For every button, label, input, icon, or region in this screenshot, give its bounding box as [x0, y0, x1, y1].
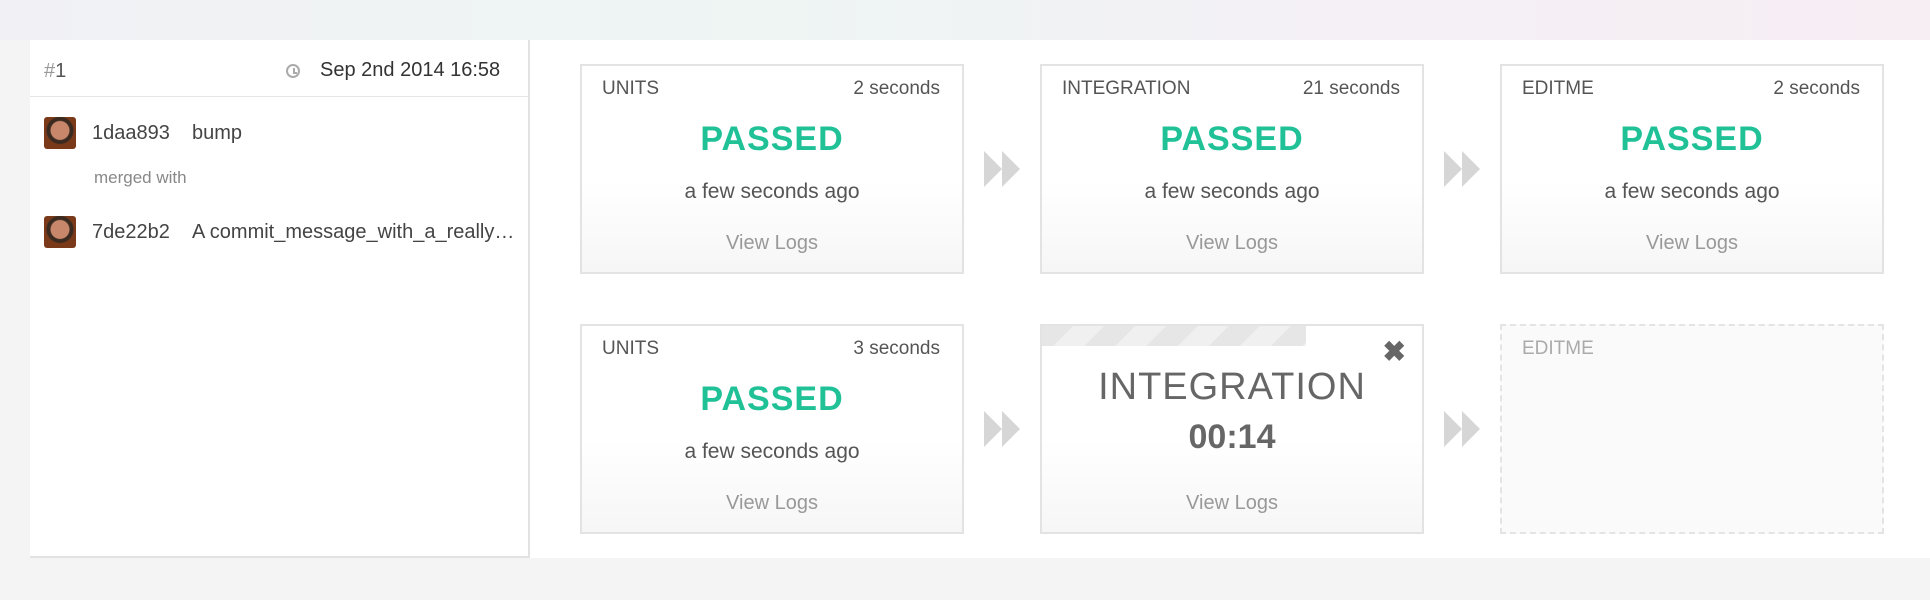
view-logs-link[interactable]: View Logs [582, 492, 962, 515]
stage-status: PASSED [1620, 120, 1764, 158]
build-number[interactable]: #1 [44, 60, 66, 83]
stage-label: UNITS [602, 78, 659, 99]
double-chevron-icon [1442, 149, 1482, 189]
stage-card-integration: INTEGRATION 21 seconds PASSED a few seco… [1040, 64, 1424, 274]
stage-status: PASSED [700, 380, 844, 418]
progress-bar [1042, 326, 1306, 346]
stage-status: PASSED [700, 120, 844, 158]
stage-duration: 2 seconds [1773, 78, 1860, 99]
build-date: Sep 2nd 2014 16:58 [320, 59, 501, 81]
stage-time-ago: a few seconds ago [684, 440, 860, 463]
close-icon[interactable]: ✖ [1383, 338, 1406, 366]
avatar [44, 216, 76, 248]
build-panel: #1 Sep 2nd 2014 16:58 1daa893 bump merge… [30, 40, 1930, 558]
stage-card-integration-running: ✖ INTEGRATION 00:14 View Logs [1040, 324, 1424, 534]
stage-card-units: UNITS 2 seconds PASSED a few seconds ago… [580, 64, 964, 274]
build-number-value: 1 [55, 60, 67, 82]
stage-time-ago: a few seconds ago [1144, 180, 1320, 203]
stage-card-editme: EDITME 2 seconds PASSED a few seconds ag… [1500, 64, 1884, 274]
commit-sha[interactable]: 7de22b2 [92, 221, 170, 244]
stage-duration: 21 seconds [1302, 78, 1400, 99]
commit-message: bump [192, 122, 243, 144]
stage-label: UNITS [602, 338, 659, 359]
top-gradient-band [0, 0, 1930, 40]
build-header: #1 Sep 2nd 2014 16:58 [30, 40, 528, 97]
stage-time-ago: a few seconds ago [1604, 180, 1780, 203]
stage-duration: 2 seconds [853, 78, 940, 99]
stage-label: EDITME [1522, 338, 1594, 359]
view-logs-link[interactable]: View Logs [1042, 232, 1422, 255]
view-logs-link[interactable]: View Logs [1502, 232, 1882, 255]
commit-message: A commit_message_with_a_really_long_name… [192, 221, 518, 243]
stage-status: PASSED [1160, 120, 1304, 158]
stage-elapsed-timer: 00:14 [1188, 418, 1276, 456]
view-logs-link[interactable]: View Logs [1042, 492, 1422, 515]
build-sidebar: #1 Sep 2nd 2014 16:58 1daa893 bump merge… [30, 40, 530, 558]
stage-label: EDITME [1522, 78, 1594, 99]
merged-with-label: merged with [94, 168, 187, 187]
stage-label: INTEGRATION [1098, 366, 1366, 408]
stage-card-editme-pending: EDITME [1500, 324, 1884, 534]
build-number-prefix: # [44, 60, 56, 82]
avatar [44, 117, 76, 149]
commit-row[interactable]: 7de22b2 A commit_message_with_a_really_l… [44, 216, 524, 250]
clock-icon [286, 64, 300, 78]
stage-label: INTEGRATION [1062, 78, 1191, 99]
commit-sha[interactable]: 1daa893 [92, 122, 170, 145]
commit-row[interactable]: 1daa893 bump [44, 117, 524, 151]
stage-time-ago: a few seconds ago [684, 180, 860, 203]
stage-duration: 3 seconds [853, 338, 940, 359]
view-logs-link[interactable]: View Logs [582, 232, 962, 255]
double-chevron-icon [982, 149, 1022, 189]
stage-card-units: UNITS 3 seconds PASSED a few seconds ago… [580, 324, 964, 534]
double-chevron-icon [1442, 409, 1482, 449]
double-chevron-icon [982, 409, 1022, 449]
